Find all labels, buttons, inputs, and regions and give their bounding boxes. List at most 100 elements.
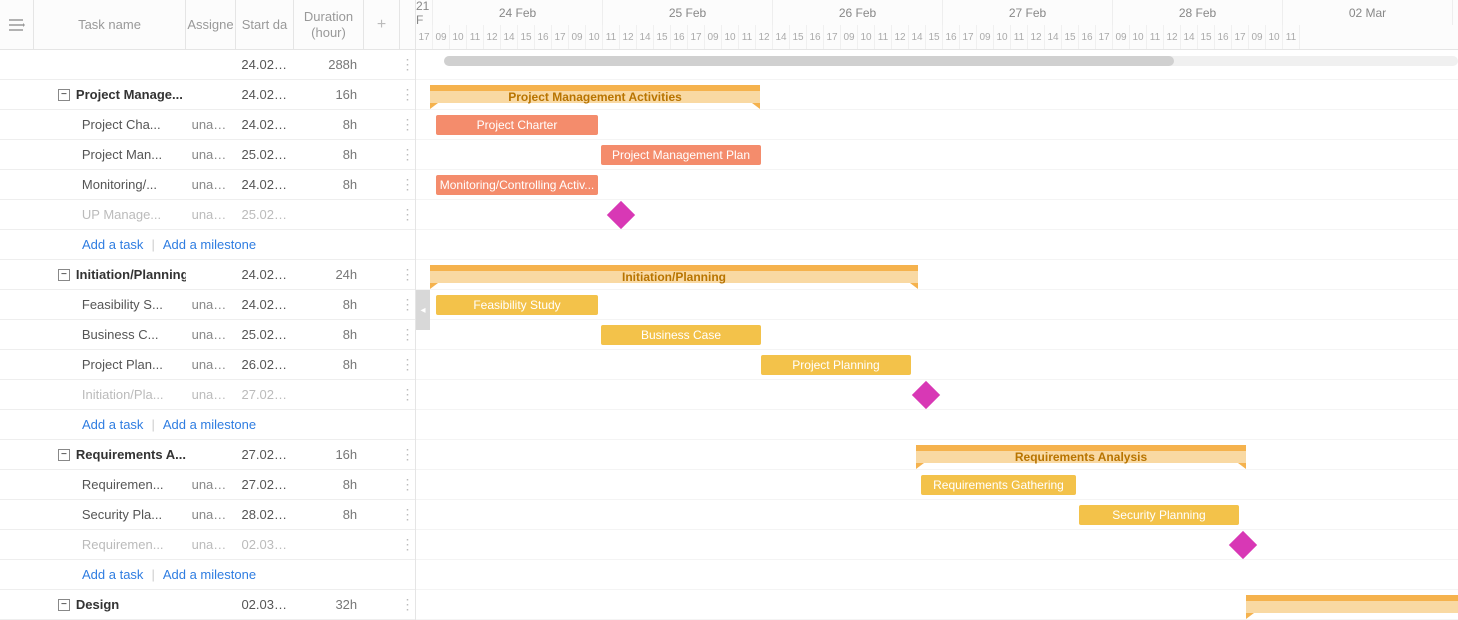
gantt-task-bar[interactable]: Business Case — [601, 325, 761, 345]
add-task-link[interactable]: Add a task — [82, 417, 143, 432]
collapse-toggle[interactable]: − — [58, 599, 70, 611]
row-actions[interactable]: ⋮ — [399, 116, 415, 133]
chart-row[interactable]: Monitoring/Controlling Activ... — [416, 170, 1458, 200]
chart-row[interactable]: Project Management Plan — [416, 140, 1458, 170]
chevron-left-icon: ◂ — [420, 305, 425, 316]
row-actions[interactable]: ⋮ — [399, 536, 415, 553]
hour-header: 17 — [824, 25, 841, 49]
col-header-assignee[interactable]: Assigne — [186, 0, 236, 49]
chart-row[interactable]: Security Planning — [416, 500, 1458, 530]
hour-header: 11 — [1283, 25, 1300, 49]
grid-menu-button[interactable] — [0, 0, 34, 49]
collapse-toggle[interactable]: − — [58, 269, 70, 281]
chart-row[interactable]: Initiation/Planning — [416, 260, 1458, 290]
grid-row[interactable]: Project Man...unassi...25.02....8h⋮ — [0, 140, 415, 170]
grid-row[interactable]: −Design02.03....32h⋮ — [0, 590, 415, 620]
chart-row[interactable] — [416, 590, 1458, 620]
task-name: Project Cha... — [82, 117, 161, 132]
row-actions[interactable]: ⋮ — [399, 176, 415, 193]
assignee-cell: unassi... — [186, 327, 236, 342]
gantt-group-bar[interactable]: Requirements Analysis — [916, 445, 1246, 469]
row-actions[interactable]: ⋮ — [399, 386, 415, 403]
add-task-link[interactable]: Add a task — [82, 237, 143, 252]
collapse-panel-handle[interactable]: ◂ — [416, 290, 430, 330]
add-milestone-link[interactable]: Add a milestone — [163, 417, 256, 432]
row-actions[interactable]: ⋮ — [399, 506, 415, 523]
gantt-group-bar[interactable]: Initiation/Planning — [430, 265, 918, 289]
chart-row[interactable]: Requirements Gathering — [416, 470, 1458, 500]
hour-header: 17 — [1232, 25, 1249, 49]
add-milestone-link[interactable]: Add a milestone — [163, 237, 256, 252]
grid-row[interactable]: Project Plan...unassi...26.02....8h⋮ — [0, 350, 415, 380]
grid-row[interactable]: −Project Manage...24.02....16h⋮ — [0, 80, 415, 110]
chart-row[interactable]: Feasibility Study — [416, 290, 1458, 320]
row-actions[interactable]: ⋮ — [399, 266, 415, 283]
grid-row[interactable]: Business C...unassi...25.02....8h⋮ — [0, 320, 415, 350]
row-actions[interactable]: ⋮ — [399, 476, 415, 493]
task-name: Requiremen... — [82, 537, 164, 552]
kebab-icon: ⋮ — [401, 296, 414, 313]
row-actions[interactable]: ⋮ — [399, 356, 415, 373]
gantt-milestone[interactable] — [912, 381, 940, 409]
row-actions[interactable]: ⋮ — [399, 446, 415, 463]
collapse-toggle[interactable]: − — [58, 449, 70, 461]
gantt-task-bar[interactable]: Project Charter — [436, 115, 598, 135]
chart-row[interactable]: Project Planning — [416, 350, 1458, 380]
hour-header: 11 — [739, 25, 756, 49]
task-name: Security Pla... — [82, 507, 162, 522]
gantt-milestone[interactable] — [607, 201, 635, 229]
grid-row[interactable]: −Initiation/Planning24.02....24h⋮ — [0, 260, 415, 290]
col-header-task[interactable]: Task name — [34, 0, 186, 49]
grid-row[interactable]: Requiremen...unassi...27.02....8h⋮ — [0, 470, 415, 500]
row-actions[interactable]: ⋮ — [399, 56, 415, 73]
row-actions[interactable]: ⋮ — [399, 596, 415, 613]
gantt-group-bar[interactable]: Project Management Activities — [430, 85, 760, 109]
kebab-icon: ⋮ — [401, 116, 414, 133]
start-date-cell: 02.03.... — [235, 537, 293, 552]
grid-row[interactable]: Feasibility S...unassi...24.02....8h⋮ — [0, 290, 415, 320]
row-actions[interactable]: ⋮ — [399, 206, 415, 223]
gantt-task-bar[interactable]: Project Management Plan — [601, 145, 761, 165]
grid-row[interactable]: Initiation/Pla...unassi...27.02....⋮ — [0, 380, 415, 410]
chart-body[interactable]: Project Management Activities Project Cha… — [416, 50, 1458, 620]
gantt-task-bar[interactable]: Project Planning — [761, 355, 911, 375]
gantt-task-bar[interactable]: Requirements Gathering — [921, 475, 1076, 495]
grid-row[interactable]: UP Manage...unassi...25.02....⋮ — [0, 200, 415, 230]
scrollbar-thumb[interactable] — [444, 56, 1174, 66]
chart-row[interactable] — [416, 200, 1458, 230]
kebab-icon: ⋮ — [401, 536, 414, 553]
gantt-task-bar[interactable]: Monitoring/Controlling Activ... — [436, 175, 598, 195]
scrollbar-track[interactable] — [444, 56, 1458, 66]
gantt-task-bar[interactable]: Feasibility Study — [436, 295, 598, 315]
add-row: Add a task|Add a milestone — [0, 560, 415, 590]
collapse-toggle[interactable]: − — [58, 89, 70, 101]
summary-row[interactable]: 24.02.... 288h ⋮ — [0, 50, 415, 80]
chart-row[interactable] — [416, 530, 1458, 560]
chart-row[interactable] — [416, 380, 1458, 410]
col-header-start[interactable]: Start da — [236, 0, 294, 49]
grid-row[interactable]: Project Cha...unassi...24.02....8h⋮ — [0, 110, 415, 140]
task-name: Project Manage... — [76, 87, 183, 102]
grid-row[interactable]: Monitoring/...unassi...24.02....8h⋮ — [0, 170, 415, 200]
chart-row[interactable]: Requirements Analysis — [416, 440, 1458, 470]
grid-row[interactable]: Security Pla...unassi...28.02....8h⋮ — [0, 500, 415, 530]
add-milestone-link[interactable]: Add a milestone — [163, 567, 256, 582]
row-actions[interactable]: ⋮ — [399, 86, 415, 103]
grid-row[interactable]: −Requirements A...27.02....16h⋮ — [0, 440, 415, 470]
hour-header: 10 — [722, 25, 739, 49]
gantt-group-bar[interactable] — [1246, 595, 1458, 619]
add-column-button[interactable]: + — [364, 0, 400, 49]
chart-row[interactable]: Business Case — [416, 320, 1458, 350]
chart-row[interactable]: Project Charter — [416, 110, 1458, 140]
row-actions[interactable]: ⋮ — [399, 146, 415, 163]
gantt-milestone[interactable] — [1229, 531, 1257, 559]
row-actions[interactable]: ⋮ — [399, 326, 415, 343]
chart-row[interactable]: Project Management Activities — [416, 80, 1458, 110]
kebab-icon: ⋮ — [401, 446, 414, 463]
grid-row[interactable]: Requiremen...unassi...02.03....⋮ — [0, 530, 415, 560]
add-task-link[interactable]: Add a task — [82, 567, 143, 582]
gantt-task-bar[interactable]: Security Planning — [1079, 505, 1239, 525]
col-header-duration[interactable]: Duration (hour) — [294, 0, 364, 49]
row-actions[interactable]: ⋮ — [399, 296, 415, 313]
chart-row-empty — [416, 560, 1458, 590]
